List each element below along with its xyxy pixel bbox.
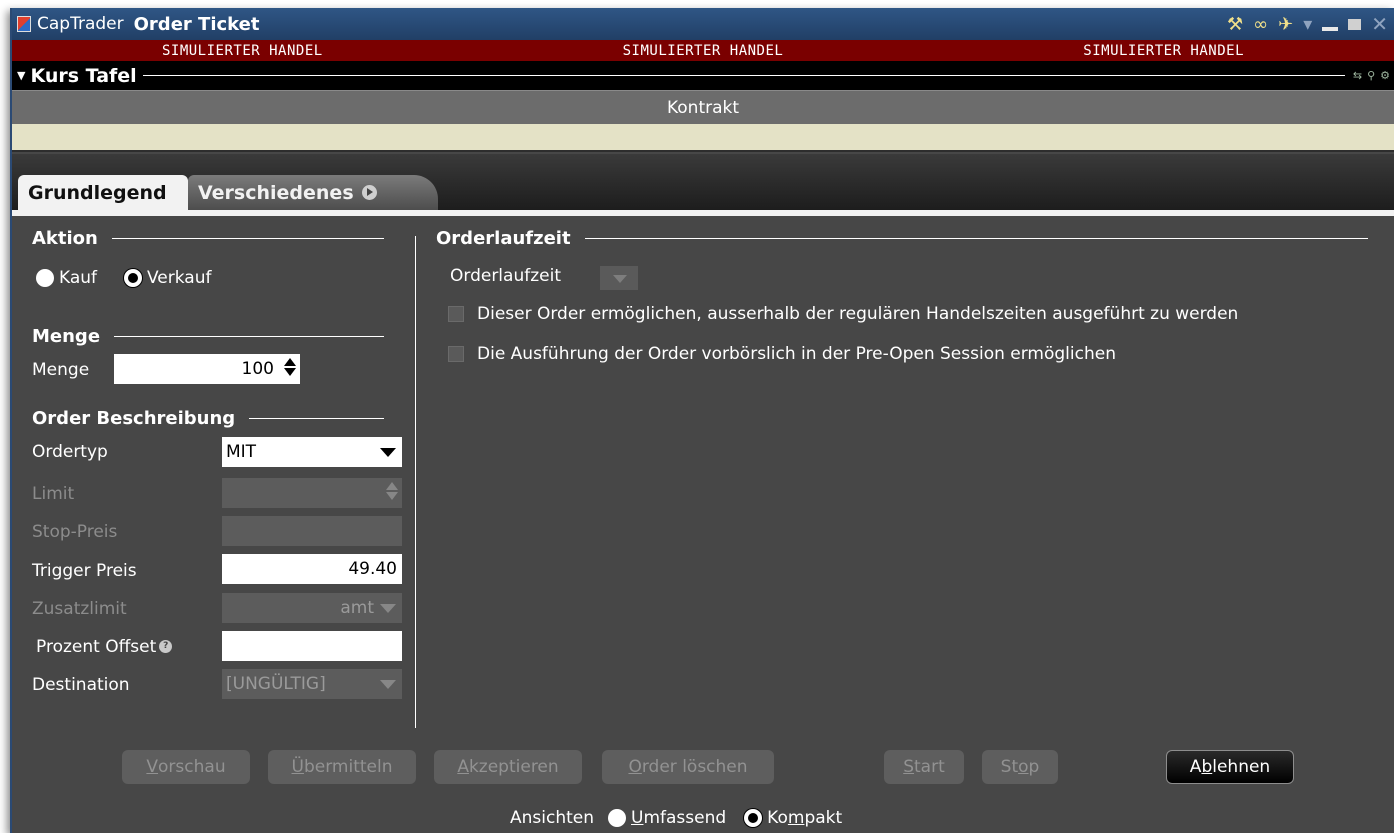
dropdown-arrow-icon xyxy=(380,680,396,689)
stop-button[interactable]: St o p xyxy=(982,750,1058,784)
destination-label: Destination xyxy=(32,675,130,695)
radio-unselected-icon xyxy=(36,269,54,287)
percent-offset-label: Prozent Offset? xyxy=(36,637,173,657)
ordertyp-select[interactable]: MIT xyxy=(222,437,402,467)
stepper-arrows-icon[interactable] xyxy=(284,358,296,376)
ordertyp-label: Ordertyp xyxy=(32,442,108,462)
zusatzlimit-select[interactable]: amt xyxy=(222,593,402,623)
orderlaufzeit-section-title: Orderlaufzeit xyxy=(436,228,1368,249)
percent-offset-field[interactable] xyxy=(222,631,402,661)
quantity-value: 100 xyxy=(241,359,274,379)
app-name: CapTrader xyxy=(37,14,124,34)
vertical-divider xyxy=(415,236,416,728)
kontrakt-row[interactable] xyxy=(12,124,1394,152)
orderlaufzeit-dropdown[interactable] xyxy=(600,266,638,290)
radio-selected-icon xyxy=(124,269,142,287)
transmit-button[interactable]: Übermitteln xyxy=(268,750,416,784)
aktion-title: Aktion xyxy=(32,228,98,249)
orderlaufzeit-label: Orderlaufzeit xyxy=(450,266,561,286)
tab-grundlegend[interactable]: Grundlegend xyxy=(18,175,188,210)
title-bar: CapTrader Order Ticket ⚒ ∞ ✈ ▾ ✕ xyxy=(12,8,1394,40)
outside-hours-checkbox[interactable] xyxy=(448,306,464,322)
start-button[interactable]: Start xyxy=(884,750,964,784)
trigger-price-label: Trigger Preis xyxy=(32,561,137,581)
percent-offset-text: Prozent Offset xyxy=(36,637,157,657)
title-toolbar: ⚒ ∞ ✈ ▾ ✕ xyxy=(1227,12,1388,36)
sell-radio[interactable]: Verkauf xyxy=(124,268,211,288)
window-title: Order Ticket xyxy=(133,13,260,35)
views-label: Ansichten xyxy=(510,808,595,828)
sim-banner-text: SIMULIERTER HANDEL xyxy=(161,42,323,59)
divider xyxy=(142,75,1345,76)
tab-label: Grundlegend xyxy=(28,181,167,204)
preview-button[interactable]: Vorschau xyxy=(122,750,250,784)
reject-button[interactable]: Ab lehnen xyxy=(1166,750,1294,784)
order-desc-title: Order Beschreibung xyxy=(32,408,236,429)
simulated-trading-banner: SIMULIERTER HANDEL SIMULIERTER HANDEL SI… xyxy=(12,40,1394,61)
tab-verschiedenes[interactable]: Verschiedenes xyxy=(188,175,438,210)
delete-order-button[interactable]: Order löschen xyxy=(602,750,774,784)
quantity-stepper[interactable]: 100 xyxy=(114,354,300,384)
kurs-tafel-header[interactable]: ▼ Kurs Tafel ⇆ ⚲ ⚙ xyxy=(12,61,1394,90)
tab-bar: Grundlegend Verschiedenes xyxy=(12,154,1394,216)
tab-label: Verschiedenes xyxy=(198,181,354,204)
link-icon[interactable]: ∞ xyxy=(1253,14,1268,35)
radio-unselected-icon xyxy=(608,809,627,827)
tab-underline xyxy=(12,210,1394,216)
tab-scroll-arrow-icon[interactable] xyxy=(361,185,377,200)
views-selector: Ansichten Umfassend Kompakt xyxy=(510,808,842,828)
buy-radio[interactable]: Kauf xyxy=(36,268,97,288)
order-description-title: Order Beschreibung xyxy=(32,408,384,429)
aktion-section-title: Aktion xyxy=(32,228,384,249)
stop-price-label: Stop-Preis xyxy=(32,522,118,542)
accept-button[interactable]: Akzeptieren xyxy=(434,750,582,784)
collapse-caret-icon[interactable]: ▼ xyxy=(17,69,25,82)
ordertyp-value: MIT xyxy=(226,442,257,462)
limit-label: Limit xyxy=(32,484,75,504)
menge-label: Menge xyxy=(32,360,90,380)
kurs-tafel-title: Kurs Tafel xyxy=(30,64,137,87)
close-icon[interactable]: ✕ xyxy=(1371,12,1388,36)
buy-label: Kauf xyxy=(59,268,98,288)
stop-price-field[interactable] xyxy=(222,516,402,546)
dropdown-arrow-icon xyxy=(380,604,396,613)
sell-label: Verkauf xyxy=(147,268,212,288)
zusatzlimit-value: amt xyxy=(340,598,374,618)
menge-title: Menge xyxy=(32,326,101,347)
info-icon[interactable]: ? xyxy=(159,640,173,653)
minimize-icon[interactable] xyxy=(1322,27,1339,31)
arrows-icon[interactable]: ⇆ xyxy=(1353,69,1362,82)
sim-banner-text: SIMULIERTER HANDEL xyxy=(1083,42,1244,59)
destination-value: [UNGÜLTIG] xyxy=(226,674,326,694)
pin-icon[interactable]: ✈ xyxy=(1278,14,1293,35)
kontrakt-header-label: Kontrakt xyxy=(666,97,740,118)
dropdown-arrow-icon xyxy=(380,448,396,457)
maximize-icon[interactable] xyxy=(1348,18,1362,30)
zusatzlimit-label: Zusatzlimit xyxy=(32,599,127,619)
kontrakt-column-header: Kontrakt xyxy=(12,90,1394,124)
limit-field[interactable] xyxy=(222,478,402,508)
pre-open-checkbox[interactable] xyxy=(448,346,464,362)
trigger-price-field[interactable]: 49.40 xyxy=(222,554,402,584)
app-logo-icon xyxy=(17,16,31,32)
kurs-tafel-tools: ⇆ ⚲ ⚙ xyxy=(1353,69,1390,82)
sim-banner-text: SIMULIERTER HANDEL xyxy=(622,42,784,59)
menge-section-title: Menge xyxy=(32,326,384,347)
radio-selected-icon xyxy=(744,809,763,827)
trigger-price-value: 49.40 xyxy=(348,559,397,579)
settings-icon[interactable]: ⚙ xyxy=(1380,69,1390,82)
order-ticket-window: CapTrader Order Ticket ⚒ ∞ ✈ ▾ ✕ SIMULIE… xyxy=(10,8,1394,833)
view-umfassend-radio[interactable]: Umfassend xyxy=(608,808,726,828)
outside-hours-label: Dieser Order ermöglichen, ausserhalb der… xyxy=(477,304,1239,324)
dropdown-icon[interactable]: ▾ xyxy=(1303,14,1312,35)
search-icon[interactable]: ⚲ xyxy=(1367,69,1375,82)
stepper-arrows-icon xyxy=(386,482,398,500)
view-kompakt-radio[interactable]: Kompakt xyxy=(744,808,842,828)
destination-select[interactable]: [UNGÜLTIG] xyxy=(222,669,402,699)
orderlaufzeit-title: Orderlaufzeit xyxy=(436,228,571,249)
pre-open-label: Die Ausführung der Order vorbörslich in … xyxy=(477,344,1116,364)
wrench-icon[interactable]: ⚒ xyxy=(1227,14,1243,35)
